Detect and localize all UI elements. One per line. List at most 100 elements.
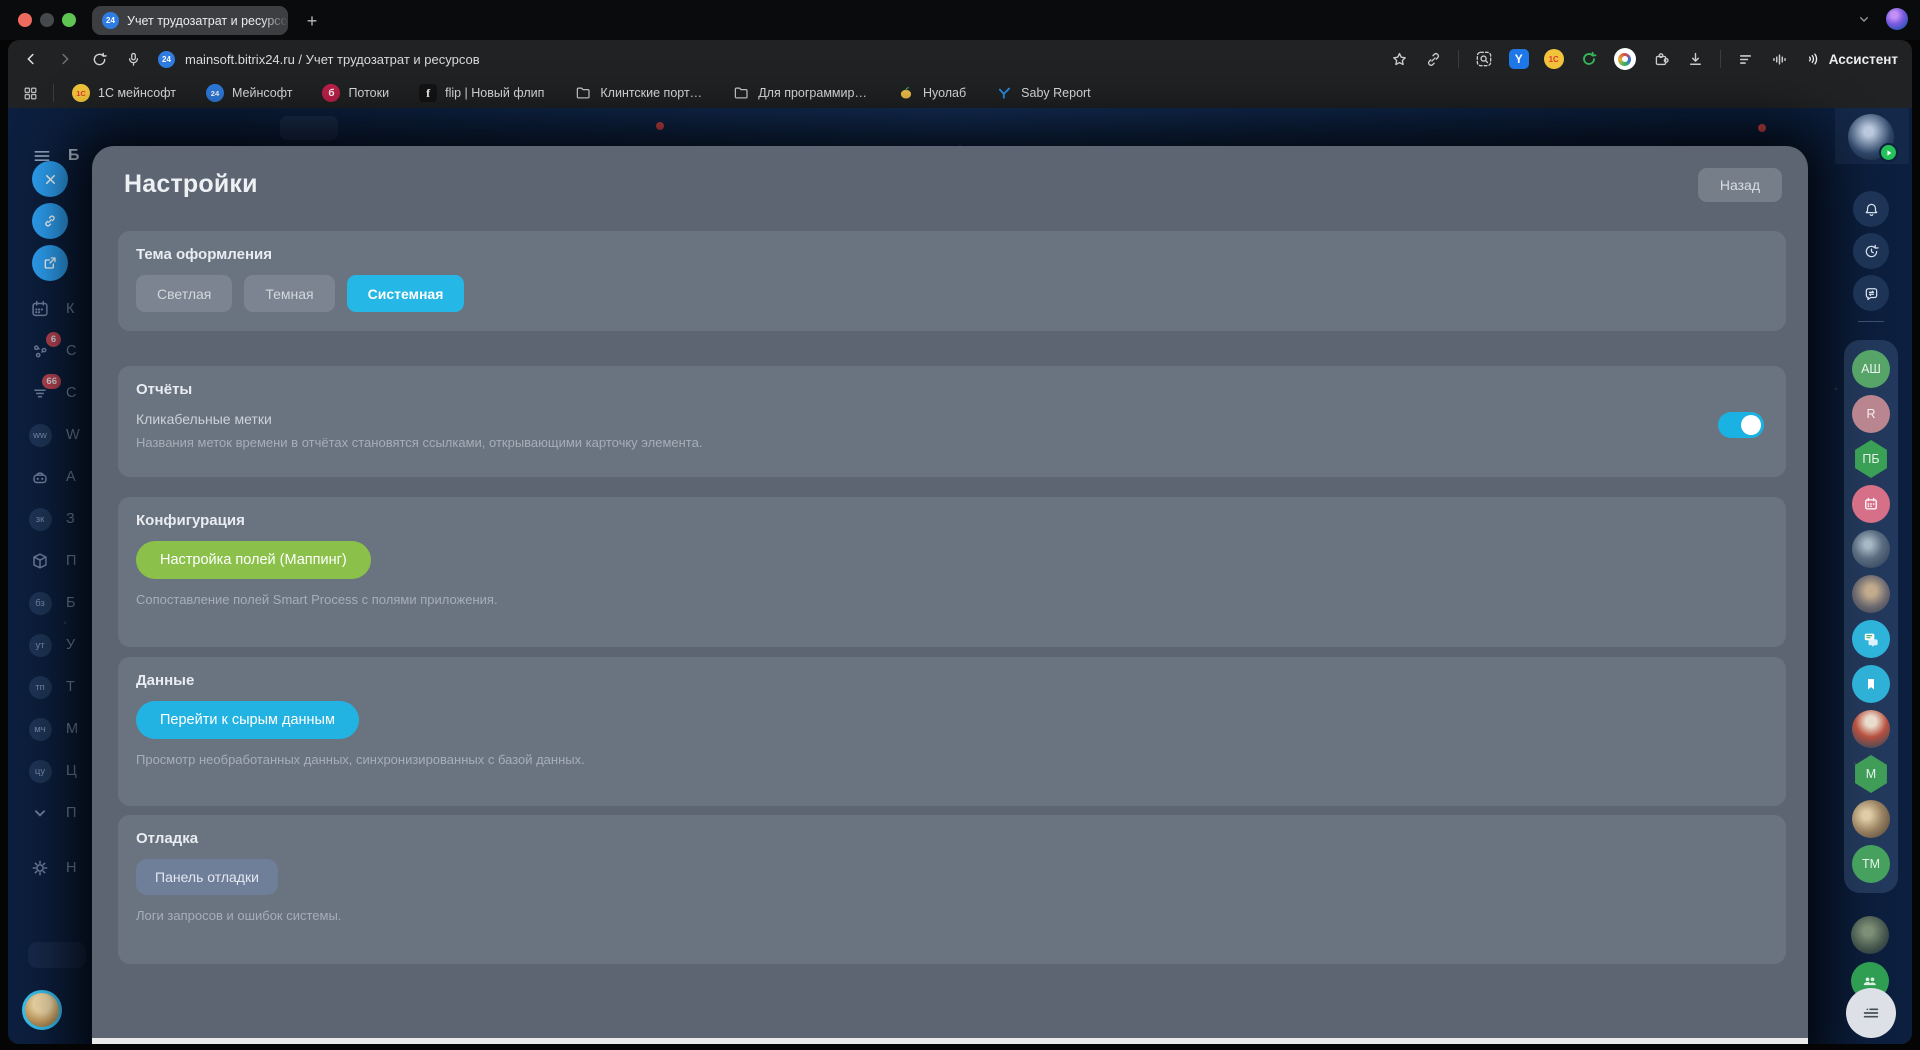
sync-extension-icon[interactable] — [1579, 49, 1599, 69]
flip-icon: f — [419, 84, 438, 102]
url-text[interactable]: mainsoft.bitrix24.ru / Учет трудозатрат … — [185, 52, 480, 67]
close-window-button[interactable] — [18, 13, 32, 27]
copy-link-button[interactable] — [32, 203, 68, 239]
bookmark-potoki[interactable]: б Потоки — [322, 84, 389, 102]
back-button[interactable]: Назад — [1697, 168, 1782, 202]
chevron-down-icon[interactable] — [1856, 11, 1872, 27]
chat-avatar-photo[interactable] — [1852, 575, 1890, 613]
robot-icon — [33, 472, 47, 484]
forward-icon[interactable] — [56, 50, 74, 68]
open-external-button[interactable] — [32, 245, 68, 281]
chat-avatar-group-photo[interactable] — [1852, 800, 1890, 838]
voice-equalizer-icon[interactable] — [1770, 50, 1789, 69]
field-mapping-button[interactable]: Настройка полей (Маппинг) — [136, 541, 371, 579]
chat-avatar-photo[interactable] — [1852, 530, 1890, 568]
copy-link-icon[interactable] — [1424, 50, 1443, 69]
section-description: Сопоставление полей Smart Process с поля… — [136, 592, 498, 607]
chat-bubbles-icon — [1864, 633, 1878, 647]
notifications-button[interactable] — [1853, 191, 1889, 227]
zoom-window-button[interactable] — [62, 13, 76, 27]
bookmark-1c-meinsoft[interactable]: 1С 1С мейнсофт — [72, 84, 176, 102]
refresh-icon[interactable] — [90, 50, 109, 69]
chat-avatar-initials[interactable]: АШ — [1852, 350, 1890, 388]
sidebar-item-settings[interactable]: Н — [28, 847, 80, 889]
sidebar-item-tp[interactable]: тп Т — [28, 666, 80, 708]
raw-data-button[interactable]: Перейти к сырым данным — [136, 701, 359, 739]
browser-profile-avatar[interactable] — [1886, 8, 1908, 30]
chat-transfer-button[interactable] — [1853, 275, 1889, 311]
chat-list-button[interactable] — [1846, 988, 1896, 1038]
sidebar-bottom-button[interactable] — [28, 942, 86, 968]
1c-extension-icon[interactable]: 1С — [1543, 49, 1564, 69]
sidebar-item-ww[interactable]: ww W — [28, 414, 80, 456]
clickable-labels-toggle[interactable] — [1718, 412, 1764, 438]
sidebar-item-expand[interactable]: П — [28, 792, 80, 834]
divider — [1457, 50, 1459, 68]
sidebar-item-label: З — [66, 511, 75, 527]
target-extension-icon[interactable] — [1613, 48, 1636, 70]
screenshot-search-icon[interactable] — [1474, 49, 1494, 69]
notification-dot — [1758, 124, 1766, 132]
theme-system-button[interactable]: Системная — [346, 275, 465, 312]
sidebar-item-feed[interactable]: 66 С — [28, 372, 80, 414]
sidebar-item-label: Б — [66, 595, 76, 611]
user-avatar[interactable] — [22, 990, 62, 1030]
gear-icon — [32, 860, 48, 876]
tp-avatar: тп — [28, 675, 52, 699]
chat-avatar-photo[interactable] — [1852, 710, 1890, 748]
sidebar-item-calendar[interactable]: К — [28, 288, 80, 330]
chat-arrows-icon — [1865, 287, 1877, 300]
apps-grid-icon[interactable] — [22, 85, 39, 102]
downloads-icon[interactable] — [1686, 50, 1705, 69]
sidebar-item-label: С — [66, 343, 77, 359]
sidebar-item-network[interactable]: 6 С — [28, 330, 80, 372]
sidebar-item-label: Ц — [66, 763, 77, 779]
history-button[interactable] — [1853, 233, 1889, 269]
debug-panel-button[interactable]: Панель отладки — [136, 859, 278, 895]
back-icon[interactable] — [22, 50, 40, 68]
theme-light-button[interactable]: Светлая — [136, 275, 233, 312]
sidebar-item-zk[interactable]: зк З — [28, 498, 80, 540]
bookmark-meinsoft[interactable]: 24 Мейнсофт — [205, 84, 292, 102]
bitrix24-favicon: 24 — [102, 12, 119, 29]
browser-tab[interactable]: 24 Учет трудозатрат и ресурсов — [92, 6, 288, 35]
assistant-label: Ассистент — [1828, 51, 1898, 67]
chat-avatar-saved[interactable] — [1852, 665, 1890, 703]
assistant-button[interactable]: Ассистент — [1804, 50, 1898, 68]
sidebar-item-ut[interactable]: ут У — [28, 624, 80, 666]
bookmark-label: Клинтские порт… — [600, 86, 703, 100]
sidebar-panel-icon[interactable] — [1736, 50, 1755, 69]
puzzle-extensions-icon[interactable] — [1651, 49, 1671, 69]
bz-avatar: бз — [28, 591, 52, 615]
new-tab-button[interactable]: + — [300, 9, 324, 33]
bookmark-star-icon[interactable] — [1390, 50, 1409, 69]
chat-avatar-initials[interactable]: R — [1852, 395, 1890, 433]
sidebar-item-box[interactable]: П — [28, 540, 80, 582]
sidebar-item-cu[interactable]: цу Ц — [28, 750, 80, 792]
profile-avatar[interactable] — [1848, 114, 1898, 162]
minimize-window-button[interactable] — [40, 13, 54, 27]
chat-avatar-channel[interactable] — [1852, 620, 1890, 658]
theme-dark-button[interactable]: Темная — [244, 275, 335, 312]
recent-chats-list: АШ R ПБ M TM — [1844, 340, 1898, 893]
bookmark-flip[interactable]: f flip | Новый флип — [419, 84, 544, 102]
bookmark-saby-report[interactable]: Saby Report — [996, 85, 1091, 102]
folder-icon — [577, 87, 591, 99]
bookmark-for-programming-folder[interactable]: Для программир… — [732, 84, 867, 102]
chat-avatar-photo[interactable] — [1851, 916, 1889, 954]
sidebar-item-label: А — [66, 469, 76, 485]
sidebar-item-robot[interactable]: А — [28, 456, 80, 498]
sidebar-item-label: К — [66, 301, 75, 317]
chat-avatar-hexagon[interactable]: M — [1855, 755, 1887, 793]
chat-avatar-calendar[interactable] — [1852, 485, 1890, 523]
chat-avatar-hexagon[interactable]: ПБ — [1855, 440, 1887, 478]
close-panel-button[interactable] — [32, 161, 68, 197]
sidebar-item-mch[interactable]: мч М — [28, 708, 80, 750]
bookmark-nuolab[interactable]: Нуолаб — [897, 84, 966, 102]
configuration-section: Конфигурация Настройка полей (Маппинг) С… — [118, 497, 1786, 647]
yandex-extension-icon[interactable]: Y — [1508, 49, 1529, 69]
chat-avatar-initials[interactable]: TM — [1852, 845, 1890, 883]
microphone-icon[interactable] — [125, 51, 142, 68]
sidebar-item-bz[interactable]: бз Б — [28, 582, 80, 624]
bookmark-client-portals-folder[interactable]: Клинтские порт… — [574, 84, 702, 102]
